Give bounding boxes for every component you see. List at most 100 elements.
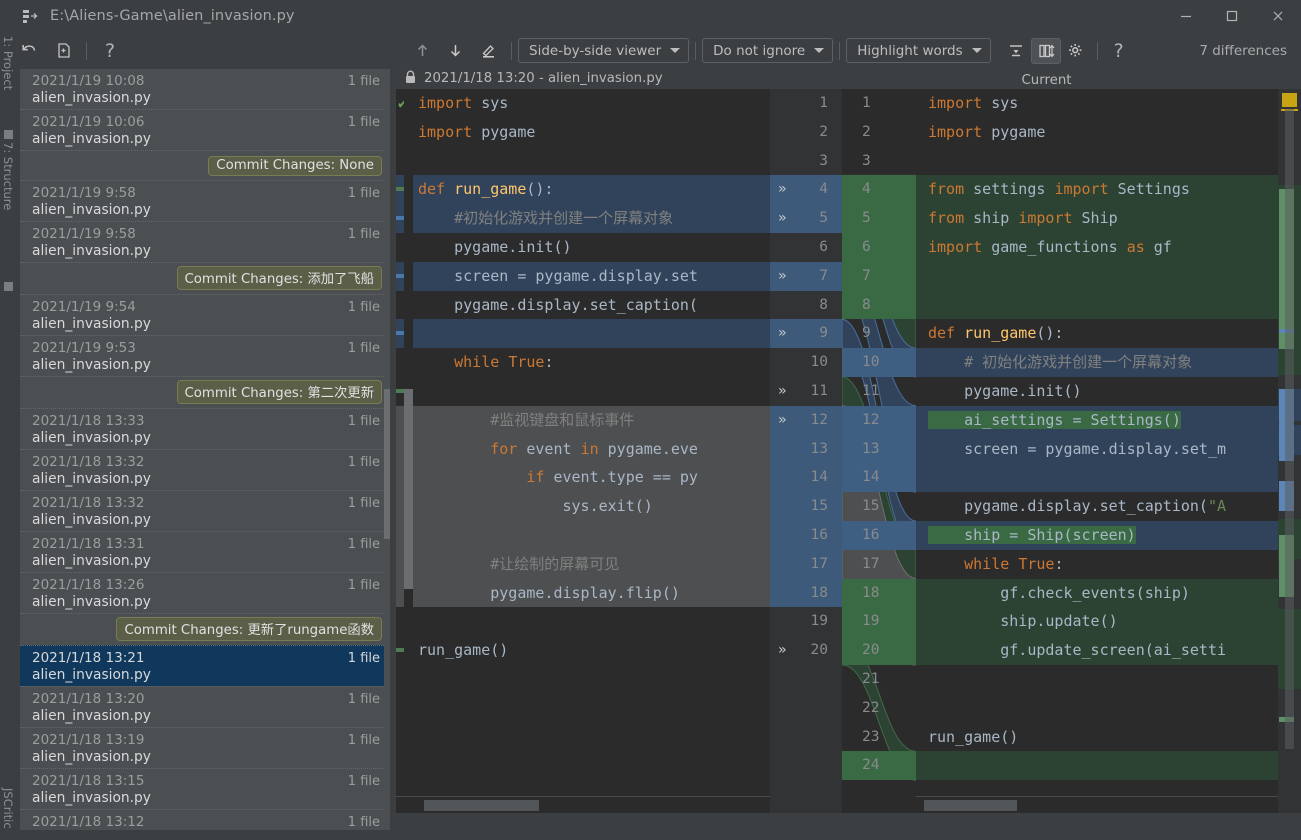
apply-change-icon[interactable]: » — [778, 377, 786, 406]
code-line: if event.type == py — [396, 463, 770, 493]
history-scrollbar[interactable] — [384, 69, 390, 840]
history-entry-filecount: 1 file — [347, 227, 380, 242]
change-marker — [396, 331, 404, 336]
history-entry-row[interactable]: 2021/1/18 13:15 1 file alien_invasion.py — [20, 768, 390, 809]
create-patch-icon[interactable] — [46, 37, 80, 65]
code-token: Settings — [1117, 180, 1190, 199]
minimize-icon[interactable] — [1163, 0, 1209, 32]
history-entry-row[interactable]: 2021/1/18 13:32 1 file alien_invasion.py — [20, 490, 390, 531]
history-entry-date: 2021/1/18 13:32 — [32, 454, 145, 470]
code-token: (): — [526, 180, 554, 199]
close-icon[interactable] — [1255, 0, 1301, 32]
line-number: 18 — [770, 578, 842, 608]
right-editor-vscrollbar-thumb[interactable] — [1285, 109, 1294, 749]
line-number-label: 20 — [810, 642, 828, 659]
code-line: ship.update() — [916, 607, 1278, 637]
left-line-number-gutter[interactable]: 1 2 3» 4» 5 6» 7 8» 9 10» 11» 12 13 14 15 16 17 18 19» 20 — [770, 89, 842, 813]
diff-help-label: ? — [1113, 39, 1124, 62]
help-icon[interactable]: ? — [93, 37, 127, 65]
right-pane-title-wrap: Current — [396, 69, 1301, 88]
history-entry-filecount: 1 file — [347, 496, 380, 511]
history-entry-row[interactable]: 2021/1/18 13:33 1 file alien_invasion.py — [20, 408, 390, 449]
history-entry-row[interactable]: 2021/1/18 13:19 1 file alien_invasion.py — [20, 727, 390, 768]
history-commit-label-row: Commit Changes: 添加了飞船 — [20, 262, 390, 294]
code-line — [916, 751, 1278, 781]
line-number[interactable]: » 4 — [770, 175, 842, 205]
history-entry-row[interactable]: 2021/1/19 9:58 1 file alien_invasion.py — [20, 180, 390, 221]
history-entry-filename: alien_invasion.py — [32, 357, 151, 373]
code-text: import sys — [418, 94, 508, 112]
history-entry-filecount: 1 file — [347, 341, 380, 356]
error-stripe-overview[interactable] — [1278, 89, 1301, 813]
history-entry-filename: alien_invasion.py — [32, 749, 151, 765]
sidebar-tab-structure[interactable]: 7: Structure — [1, 142, 15, 210]
line-number[interactable]: » 7 — [770, 261, 842, 291]
code-token: import — [418, 122, 482, 141]
line-number[interactable]: » 11 — [770, 377, 842, 406]
line-number-label: 8 — [819, 296, 828, 313]
diff-help-icon[interactable]: ? — [1104, 38, 1134, 64]
maximize-icon[interactable] — [1209, 0, 1255, 32]
previous-difference-button[interactable] — [406, 37, 439, 65]
right-editor-pane[interactable]: import sys import pygame from settings imp… — [916, 89, 1278, 813]
code-line — [916, 261, 1278, 291]
code-token: gf — [1153, 237, 1172, 256]
sidebar-tab-project[interactable]: 1: Project — [1, 36, 15, 90]
left-editor-hscrollbar[interactable] — [396, 796, 770, 813]
code-token: import — [928, 237, 992, 256]
toggle-split-icon[interactable] — [1030, 37, 1061, 64]
history-entry-row[interactable]: 2021/1/18 13:26 1 file alien_invasion.py — [20, 572, 390, 613]
local-history-list[interactable]: 2021/1/19 10:08 1 file alien_invasion.py 20… — [20, 69, 390, 840]
line-number[interactable]: » 5 — [770, 204, 842, 233]
history-entry-row[interactable]: 2021/1/19 10:06 1 file alien_invasion.py — [20, 109, 390, 150]
history-entry-filename: alien_invasion.py — [32, 790, 151, 806]
history-entry-row[interactable]: 2021/1/19 9:53 1 file alien_invasion.py — [20, 335, 390, 376]
history-entry-row[interactable]: 2021/1/18 13:31 1 file alien_invasion.py — [20, 531, 390, 572]
right-editor-hscrollbar[interactable] — [916, 796, 1278, 813]
left-editor-vscrollbar[interactable] — [404, 89, 413, 796]
line-number-label: 10 — [810, 354, 828, 371]
code-text: import sys — [928, 94, 1018, 112]
apply-change-icon[interactable]: » — [778, 262, 786, 291]
viewer-mode-dropdown[interactable]: Side-by-side viewer — [518, 38, 690, 63]
collapse-unchanged-icon[interactable] — [1001, 38, 1031, 64]
highlight-policy-label: Highlight words — [857, 42, 963, 59]
right-editor-hscrollbar-thumb[interactable] — [924, 800, 1017, 811]
history-scrollbar-thumb[interactable] — [384, 389, 390, 539]
ignore-policy-dropdown[interactable]: Do not ignore — [702, 38, 834, 63]
left-editor-vscrollbar-thumb[interactable] — [404, 389, 413, 589]
gear-icon[interactable] — [1061, 38, 1091, 64]
apply-change-icon[interactable]: » — [778, 204, 786, 233]
history-entry-row[interactable]: 2021/1/19 9:58 1 file alien_invasion.py — [20, 221, 390, 262]
history-entry-row[interactable]: 2021/1/19 9:54 1 file alien_invasion.py — [20, 294, 390, 335]
code-token: from — [928, 209, 974, 228]
apply-change-icon[interactable]: » — [778, 319, 786, 348]
line-number[interactable]: » 12 — [770, 405, 842, 435]
line-number[interactable]: » 9 — [770, 319, 842, 349]
line-number: 19 — [770, 607, 842, 636]
code-token: event.type == py — [553, 468, 698, 487]
right-editor-vscrollbar[interactable] — [1285, 109, 1294, 799]
warning-marker-icon[interactable] — [1281, 93, 1298, 111]
commit-label-badge: Commit Changes: 添加了飞船 — [176, 266, 382, 290]
highlight-policy-dropdown[interactable]: Highlight words — [846, 38, 991, 63]
sidebar-tab-jscritic[interactable]: JSCritic — [1, 788, 15, 829]
code-token: import — [1054, 180, 1118, 199]
chevron-down-icon — [971, 48, 982, 53]
history-entry-row[interactable]: 2021/1/18 13:21 1 file alien_invasion.py — [20, 645, 390, 686]
apply-change-icon[interactable]: » — [778, 175, 786, 204]
edit-source-button[interactable] — [472, 37, 505, 65]
left-editor-pane[interactable]: ✔ import sys import pygame def run_game(): … — [396, 89, 770, 813]
code-token: #让绘制的屏幕可见 — [418, 554, 620, 573]
history-entry-row[interactable]: 2021/1/18 13:20 1 file alien_invasion.py — [20, 686, 390, 727]
history-entry-date: 2021/1/18 13:20 — [32, 691, 145, 707]
code-line: import pygame — [396, 118, 770, 147]
history-entry-filecount: 1 file — [347, 537, 380, 552]
line-number[interactable]: » 20 — [770, 636, 842, 665]
apply-change-icon[interactable]: » — [778, 636, 786, 665]
next-difference-button[interactable] — [439, 37, 472, 65]
history-entry-row[interactable]: 2021/1/18 13:32 1 file alien_invasion.py — [20, 449, 390, 490]
history-entry-row[interactable]: 2021/1/19 10:08 1 file alien_invasion.py — [20, 69, 390, 109]
left-editor-hscrollbar-thumb[interactable] — [424, 800, 539, 811]
apply-change-icon[interactable]: » — [778, 406, 786, 435]
